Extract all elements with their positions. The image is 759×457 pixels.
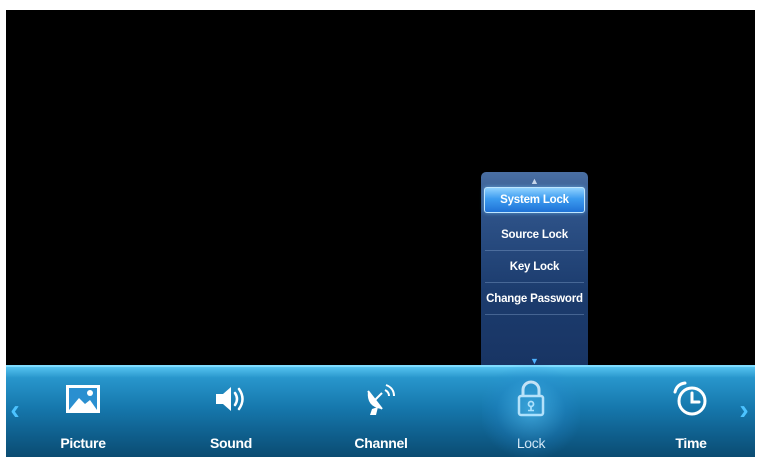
speaker-icon: [211, 379, 251, 419]
submenu-item-label: Key Lock: [509, 260, 560, 273]
picture-icon: [63, 379, 103, 419]
menu-item-label: Sound: [209, 435, 253, 451]
menu-item-channel[interactable]: Channel: [336, 379, 426, 457]
chevron-left-icon[interactable]: ‹: [6, 395, 24, 425]
lock-submenu: ▲ System Lock Source Lock Key Lock Chang…: [481, 172, 588, 370]
menu-item-label: Picture: [60, 435, 106, 451]
menu-item-time[interactable]: Time: [646, 379, 736, 457]
clock-icon: [671, 379, 711, 419]
submenu-item-key-lock[interactable]: Key Lock: [485, 251, 584, 283]
menu-item-picture[interactable]: Picture: [38, 379, 128, 457]
menu-item-lock[interactable]: Lock: [482, 365, 580, 457]
main-menu-bar: ‹ Picture Sound Channel Lock Time ›: [6, 365, 755, 457]
submenu-item-system-lock[interactable]: System Lock: [484, 187, 585, 213]
submenu-list: System Lock Source Lock Key Lock Change …: [481, 187, 588, 315]
padlock-icon: [511, 379, 551, 419]
submenu-item-label: System Lock: [500, 194, 569, 206]
menu-item-label: Time: [675, 435, 707, 451]
chevron-right-icon[interactable]: ›: [735, 395, 753, 425]
submenu-item-change-password[interactable]: Change Password: [485, 283, 584, 315]
menu-item-label: Lock: [516, 435, 546, 451]
satellite-dish-icon: [361, 379, 401, 419]
menu-item-sound[interactable]: Sound: [186, 379, 276, 457]
menu-item-label: Channel: [354, 435, 408, 451]
scroll-up-icon[interactable]: ▲: [481, 174, 588, 188]
tv-screen: ▲ System Lock Source Lock Key Lock Chang…: [6, 10, 755, 457]
submenu-item-label: Source Lock: [501, 228, 568, 241]
submenu-item-source-lock[interactable]: Source Lock: [485, 219, 584, 251]
submenu-item-label: Change Password: [486, 292, 583, 305]
